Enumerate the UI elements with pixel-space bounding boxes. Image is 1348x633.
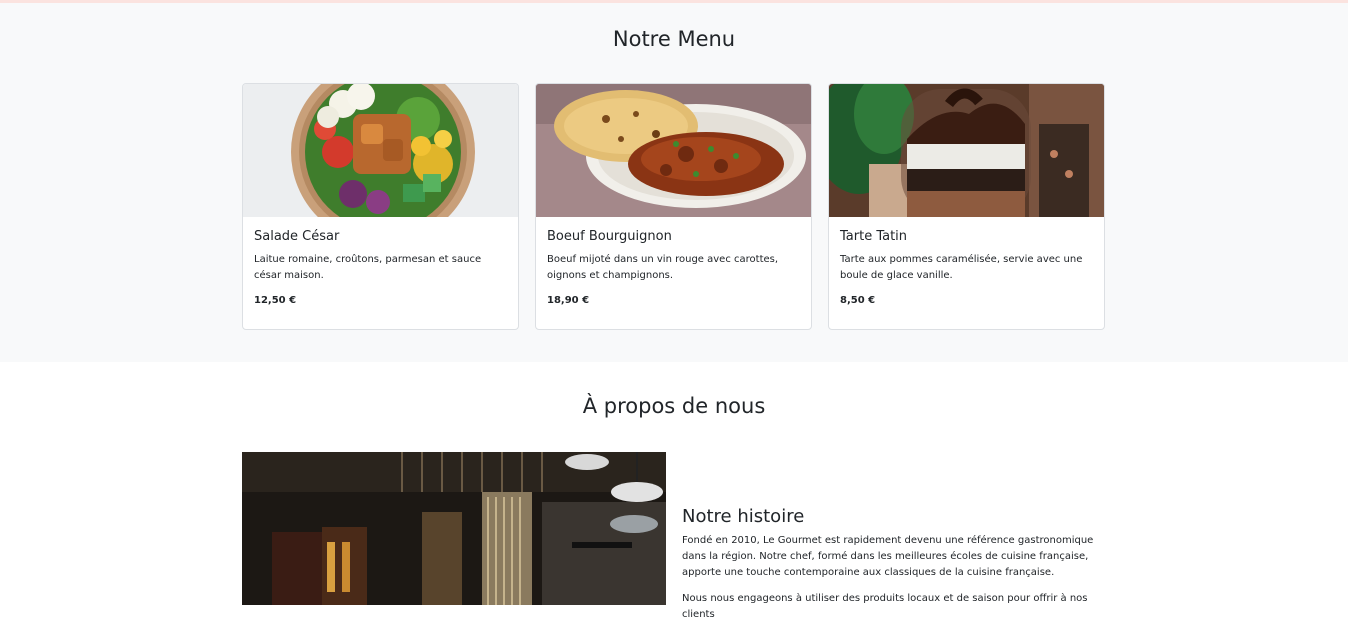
menu-item-name: Salade César [254,229,340,244]
menu-card-tarte[interactable]: Tarte Tatin Tarte aux pommes caramélisée… [828,83,1105,330]
menu-card-boeuf[interactable]: Boeuf Bourguignon Boeuf mijoté dans un v… [535,83,812,330]
salad-image [243,84,518,217]
boeuf-image [536,84,811,217]
menu-item-price: 12,50 € [254,295,297,306]
menu-item-description: Laitue romaine, croûtons, parmesan et sa… [254,254,482,281]
restaurant-image [242,452,666,605]
story-paragraph-1: Fondé en 2010, Le Gourmet est rapidement… [682,535,1094,578]
menu-item-name: Tarte Tatin [840,229,908,244]
about-text: Notre histoire Fondé en 2010, Le Gourmet… [682,506,1112,633]
tarte-image [829,84,1104,217]
menu-item-description: Tarte aux pommes caramélisée, servie ave… [840,254,1083,281]
menu-item-name: Boeuf Bourguignon [547,229,672,244]
menu-item-description: Boeuf mijoté dans un vin rouge avec caro… [547,254,779,281]
menu-item-price: 8,50 € [840,295,876,306]
menu-section: Notre Menu Salade César Laitue romaine, … [0,3,1348,362]
menu-title: Notre Menu [612,27,736,51]
about-title: À propos de nous [582,394,766,418]
menu-item-price: 18,90 € [547,295,590,306]
story-heading: Notre histoire [682,506,805,527]
menu-card-salade[interactable]: Salade César Laitue romaine, croûtons, p… [242,83,519,330]
story-paragraph-2: Nous nous engageons à utiliser des produ… [682,593,1088,620]
